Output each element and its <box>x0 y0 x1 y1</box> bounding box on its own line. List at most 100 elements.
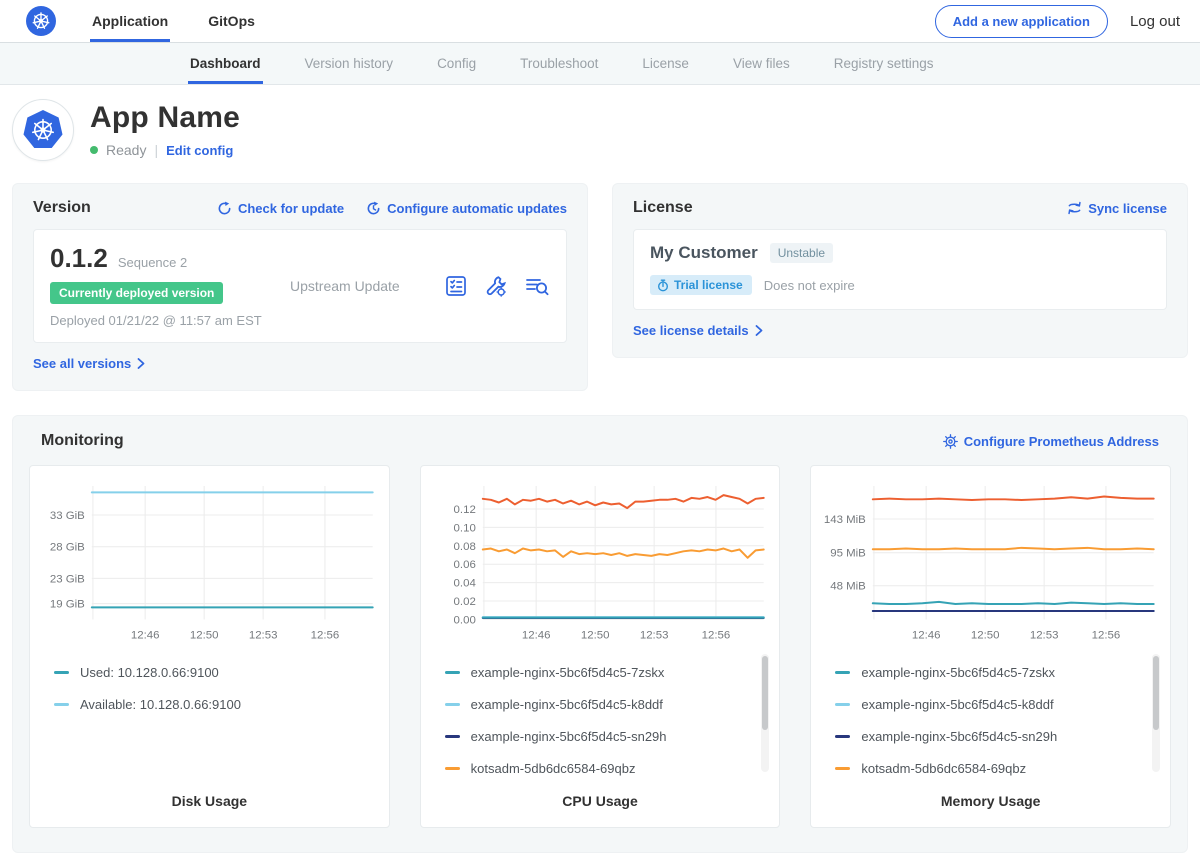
legend-item: Used: 10.128.0.66:9100 <box>54 657 379 689</box>
configure-prometheus-link[interactable]: Configure Prometheus Address <box>943 434 1159 449</box>
legend-label: example-nginx-5bc6f5d4c5-sn29h <box>471 729 667 744</box>
cpu-usage-chart: 0.000.020.040.060.080.100.1212:4612:5012… <box>431 476 770 647</box>
memory-usage-legend: example-nginx-5bc6f5d4c5-7zskx example-ng… <box>835 657 1160 779</box>
legend-item: kotsadm-5db6dc6584-69qbz <box>445 753 770 779</box>
logout-button[interactable]: Log out <box>1130 13 1180 30</box>
top-nav-item-application[interactable]: Application <box>90 0 170 42</box>
sync-license-link[interactable]: Sync license <box>1067 201 1167 216</box>
svg-text:0.00: 0.00 <box>453 614 475 626</box>
check-for-update-link[interactable]: Check for update <box>217 201 344 216</box>
svg-text:12:50: 12:50 <box>581 629 610 641</box>
tab-dashboard[interactable]: Dashboard <box>188 43 263 84</box>
tab-license[interactable]: License <box>640 43 691 84</box>
license-detail-row: My Customer Unstable Trial license Does … <box>633 229 1167 310</box>
version-sequence: Sequence 2 <box>118 255 187 270</box>
legend-color-dash <box>835 703 850 706</box>
tab-config[interactable]: Config <box>435 43 478 84</box>
legend-item: Available: 10.128.0.66:9100 <box>54 689 379 721</box>
svg-text:12:46: 12:46 <box>131 629 160 641</box>
top-nav-item-gitops[interactable]: GitOps <box>206 0 257 42</box>
diff-logs-icon[interactable] <box>524 274 550 298</box>
svg-text:12:53: 12:53 <box>249 629 278 641</box>
page-title: App Name <box>90 101 240 135</box>
svg-text:0.12: 0.12 <box>453 504 475 516</box>
svg-text:12:56: 12:56 <box>311 629 340 641</box>
configure-automatic-updates-link[interactable]: Configure automatic updates <box>366 201 567 216</box>
app-header: App Name Ready | Edit config <box>0 85 1200 177</box>
svg-text:23 GiB: 23 GiB <box>50 573 85 585</box>
version-card-title: Version <box>33 199 91 217</box>
license-card: License Sync license My Customer Unstabl… <box>612 183 1188 358</box>
legend-label: example-nginx-5bc6f5d4c5-k8ddf <box>861 697 1053 712</box>
legend-color-dash <box>445 767 460 770</box>
top-nav-items: Application GitOps <box>90 0 257 42</box>
tab-version-history[interactable]: Version history <box>303 43 396 84</box>
svg-text:95 MiB: 95 MiB <box>831 548 867 560</box>
legend-color-dash <box>54 671 69 674</box>
svg-text:19 GiB: 19 GiB <box>50 599 85 611</box>
memory-usage-chart: 48 MiB95 MiB143 MiB12:4612:5012:5312:56 <box>821 476 1160 647</box>
legend-item: kotsadm-5db6dc6584-69qbz <box>835 753 1160 779</box>
legend-scrollbar[interactable] <box>761 654 769 772</box>
monitoring-section: Monitoring Configure Prometheus Address … <box>12 415 1188 853</box>
legend-item: example-nginx-5bc6f5d4c5-7zskx <box>445 657 770 689</box>
cpu-usage-legend: example-nginx-5bc6f5d4c5-7zskx example-ng… <box>445 657 770 779</box>
disk-usage-chart: 19 GiB 23 GiB 28 GiB 33 GiB 12:46 12:50 12:53 1… <box>40 476 379 647</box>
current-version-row: 0.1.2 Sequence 2 Currently deployed vers… <box>33 229 567 343</box>
legend-scrollbar[interactable] <box>1152 654 1160 772</box>
license-card-title: License <box>633 199 693 217</box>
legend-color-dash <box>54 703 69 706</box>
svg-text:0.02: 0.02 <box>453 596 475 608</box>
legend-label: example-nginx-5bc6f5d4c5-k8ddf <box>471 697 663 712</box>
svg-text:33 GiB: 33 GiB <box>50 510 85 522</box>
kubernetes-logo-icon[interactable] <box>26 6 56 36</box>
sync-arrows-icon <box>1067 201 1082 215</box>
svg-text:12:56: 12:56 <box>1092 629 1121 641</box>
version-number: 0.1.2 <box>50 243 108 274</box>
svg-text:0.04: 0.04 <box>453 578 476 590</box>
add-application-button[interactable]: Add a new application <box>935 5 1108 38</box>
clock-refresh-icon <box>366 201 381 216</box>
legend-label: example-nginx-5bc6f5d4c5-sn29h <box>861 729 1057 744</box>
svg-text:12:53: 12:53 <box>640 629 669 641</box>
customer-name: My Customer <box>650 243 758 263</box>
svg-text:12:46: 12:46 <box>912 629 941 641</box>
svg-text:12:50: 12:50 <box>971 629 1000 641</box>
legend-color-dash <box>445 735 460 738</box>
config-wrench-icon[interactable] <box>484 274 508 298</box>
svg-text:12:56: 12:56 <box>701 629 730 641</box>
top-nav: Application GitOps Add a new application… <box>0 0 1200 43</box>
see-license-details-link[interactable]: See license details <box>633 323 763 338</box>
legend-item: example-nginx-5bc6f5d4c5-7zskx <box>835 657 1160 689</box>
svg-text:143 MiB: 143 MiB <box>824 514 866 526</box>
preflight-checks-icon[interactable] <box>444 274 468 298</box>
gear-icon <box>943 434 958 449</box>
svg-text:0.10: 0.10 <box>453 522 475 534</box>
legend-color-dash <box>835 735 850 738</box>
see-all-versions-link[interactable]: See all versions <box>33 356 145 371</box>
tab-view-files[interactable]: View files <box>731 43 792 84</box>
legend-color-dash <box>445 703 460 706</box>
memory-usage-chart-card: 48 MiB95 MiB143 MiB12:4612:5012:5312:56 … <box>810 465 1171 828</box>
tab-registry-settings[interactable]: Registry settings <box>832 43 936 84</box>
tab-troubleshoot[interactable]: Troubleshoot <box>518 43 600 84</box>
svg-text:28 GiB: 28 GiB <box>50 542 85 554</box>
channel-badge: Unstable <box>770 243 833 263</box>
deployed-badge: Currently deployed version <box>50 282 223 304</box>
refresh-icon <box>217 201 232 216</box>
legend-item: example-nginx-5bc6f5d4c5-k8ddf <box>835 689 1160 721</box>
legend-item: example-nginx-5bc6f5d4c5-sn29h <box>445 721 770 753</box>
disk-usage-legend: Used: 10.128.0.66:9100Available: 10.128.… <box>54 657 379 779</box>
legend-label: kotsadm-5db6dc6584-69qbz <box>471 761 636 776</box>
legend-label: kotsadm-5db6dc6584-69qbz <box>861 761 1026 776</box>
edit-config-link[interactable]: Edit config <box>166 143 233 158</box>
svg-text:12:50: 12:50 <box>190 629 219 641</box>
app-status: Ready <box>106 142 146 158</box>
license-expiry: Does not expire <box>764 278 855 293</box>
deployed-timestamp: Deployed 01/21/22 @ 11:57 am EST <box>50 313 290 328</box>
legend-color-dash <box>835 767 850 770</box>
cpu-usage-chart-card: 0.000.020.040.060.080.100.1212:4612:5012… <box>420 465 781 828</box>
disk-usage-chart-card: 19 GiB 23 GiB 28 GiB 33 GiB 12:46 12:50 12:53 1… <box>29 465 390 828</box>
legend-item: example-nginx-5bc6f5d4c5-k8ddf <box>445 689 770 721</box>
version-card: Version Check for update Configure autom… <box>12 183 588 391</box>
